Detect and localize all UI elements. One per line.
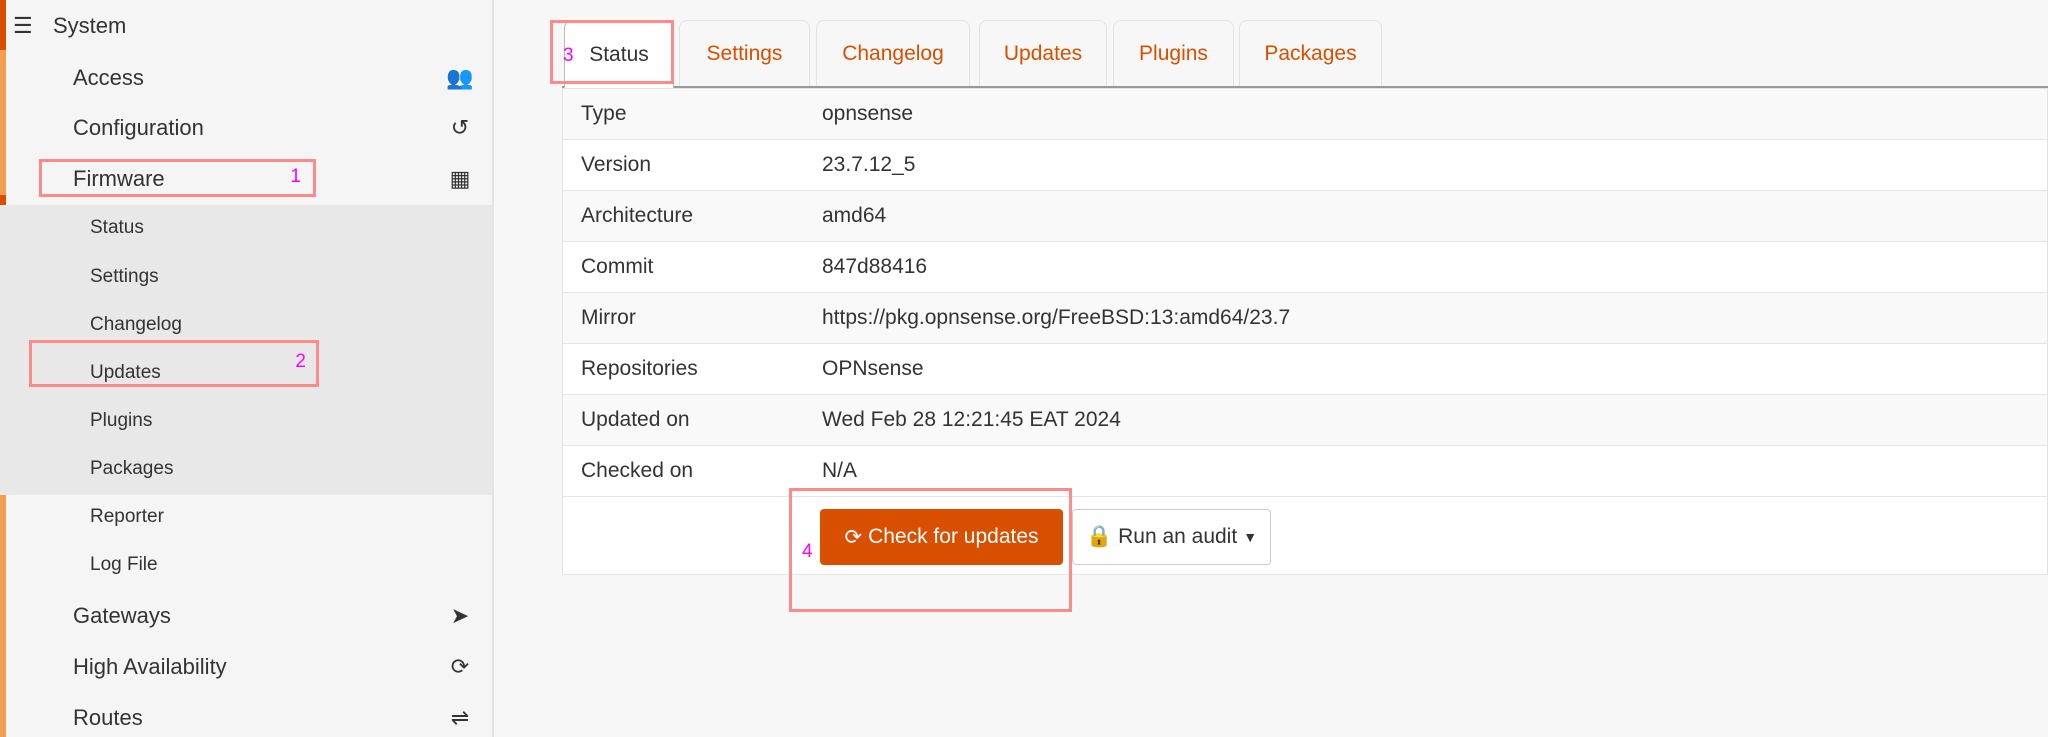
status-row: Type opnsense [563,89,2047,140]
status-key: Type [581,102,627,125]
server-icon: ☰ [13,13,33,38]
status-value: amd64 [822,204,887,227]
status-row: Repositories OPNsense [563,344,2047,395]
status-row: Architecture amd64 [563,191,2047,242]
sidebar-item-routes[interactable]: Routes ⇌ [0,700,492,736]
tab-changelog[interactable]: Changelog [816,20,970,86]
building-icon: ▦ [449,166,471,191]
sidebar-section-system[interactable]: ☰ System [0,8,492,44]
caret-down-icon: ▼ [1243,529,1258,545]
annotation-box-3: 3 [550,20,674,84]
tab-plugins[interactable]: Plugins [1113,20,1234,86]
status-row: Mirror https://pkg.opnsense.org/FreeBSD:1… [563,293,2047,344]
status-value: https://pkg.opnsense.org/FreeBSD:13:amd6… [822,306,1291,329]
sidebar: ☰ System Access 👥 Configuration ↺ Firmware… [0,0,494,737]
status-key: Mirror [581,306,636,329]
annotation-box-4: 4 [789,488,1072,612]
status-row: Updated on Wed Feb 28 12:21:45 EAT 2024 [563,395,2047,446]
tab-updates[interactable]: Updates [979,20,1107,86]
tab-settings[interactable]: Settings [679,20,810,86]
sidebar-item-access[interactable]: Access 👥 [0,60,492,96]
status-value: Wed Feb 28 12:21:45 EAT 2024 [822,408,1121,431]
status-key: Checked on [581,459,694,482]
status-value: 23.7.12_5 [822,153,916,176]
status-key: Architecture [581,204,694,227]
annotation-box-2: 2 [29,340,319,387]
status-key: Updated on [581,408,690,431]
status-key: Commit [581,255,654,278]
refresh-icon: ⟳ [450,654,470,679]
history-icon: ↺ [450,115,470,140]
signpost-icon: ⇌ [450,705,470,730]
users-icon: 👥 [446,65,474,90]
sidebar-item-configuration[interactable]: Configuration ↺ [0,110,492,146]
status-row: Version 23.7.12_5 [563,140,2047,191]
status-row: Checked on N/A [563,446,2047,497]
location-arrow-icon: ➤ [450,603,470,628]
sidebar-item-gateways[interactable]: Gateways ➤ [0,598,492,634]
status-row: Commit 847d88416 [563,242,2047,293]
annotation-box-1: 1 [39,159,316,197]
status-key: Version [581,153,652,176]
tab-packages[interactable]: Packages [1239,20,1382,86]
status-value: 847d88416 [822,255,928,278]
sidebar-item-high-availability[interactable]: High Availability ⟳ [0,649,492,685]
status-panel: Type opnsense Version 23.7.12_5 Architecture… [562,88,2048,575]
main-content: Status Settings Changelog Updates Plugin… [496,0,2048,737]
run-audit-dropdown[interactable]: 🔒 Run an audit ▼ [1072,509,1271,565]
status-value: OPNsense [822,357,924,380]
status-key: Repositories [581,357,698,380]
lock-icon: 🔒 [1085,525,1113,548]
status-value: N/A [822,459,858,482]
status-value: opnsense [822,102,914,125]
